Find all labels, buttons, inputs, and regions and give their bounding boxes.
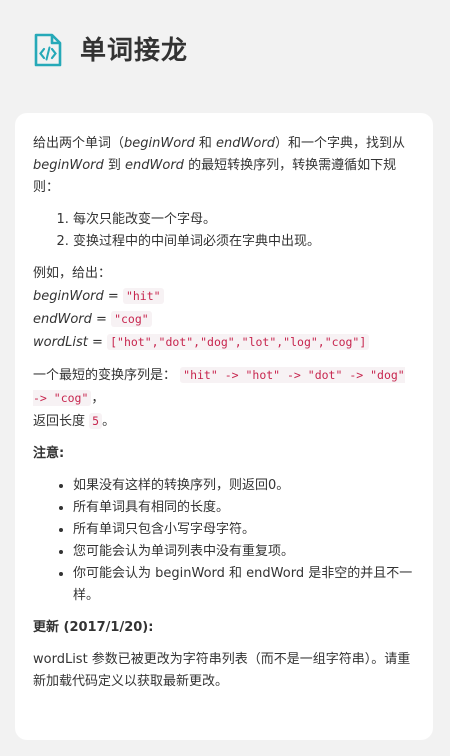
result-block: 一个最短的变换序列是： "hit" -> "hot" -> "dot" -> "… bbox=[33, 364, 417, 433]
word-list-label: wordList bbox=[33, 335, 88, 350]
equals-sign: = bbox=[91, 312, 112, 327]
intro-paragraph: 给出两个单词（beginWord 和 endWord）和一个字典，找到从 beg… bbox=[33, 133, 417, 199]
example-block: 例如，给出： beginWord = "hit" endWord = "cog"… bbox=[33, 263, 417, 354]
result-lead: 一个最短的变换序列是： bbox=[33, 368, 177, 383]
comma: ， bbox=[91, 391, 105, 406]
note-item: 您可能会认为单词列表中没有重复项。 bbox=[73, 541, 417, 563]
begin-word-value: "hit" bbox=[122, 288, 164, 304]
note-item: 所有单词只包含小写字母字符。 bbox=[73, 519, 417, 541]
period: 。 bbox=[102, 414, 116, 429]
intro-text: 和 bbox=[194, 136, 217, 151]
note-item: 你可能会认为 beginWord 和 endWord 是非空的并且不一样。 bbox=[73, 563, 417, 607]
return-text: 返回长度 bbox=[33, 414, 90, 429]
intro-text: 到 bbox=[103, 158, 126, 173]
equals-sign: = bbox=[103, 289, 123, 304]
begin-word-term: beginWord bbox=[33, 158, 104, 173]
notes-heading: 注意: bbox=[33, 446, 65, 461]
end-word-term: endWord bbox=[216, 136, 275, 151]
update-heading: 更新 (2017/1/20): bbox=[33, 620, 154, 635]
begin-word-label: beginWord bbox=[33, 289, 104, 304]
note-item: 所有单词具有相同的长度。 bbox=[73, 497, 417, 519]
problem-card: 给出两个单词（beginWord 和 endWord）和一个字典，找到从 beg… bbox=[15, 113, 433, 740]
note-item: 如果没有这样的转换序列，则返回0。 bbox=[73, 475, 417, 497]
rule-item: 变换过程中的中间单词必须在字典中出现。 bbox=[73, 231, 417, 253]
end-word-term: endWord bbox=[125, 158, 184, 173]
intro-text: ）和一个字典，找到从 bbox=[274, 136, 405, 151]
end-word-label: endWord bbox=[33, 312, 92, 327]
notes-list: 如果没有这样的转换序列，则返回0。 所有单词具有相同的长度。 所有单词只包含小写… bbox=[33, 475, 417, 607]
equals-sign: = bbox=[87, 335, 108, 350]
return-length-value: 5 bbox=[89, 413, 103, 429]
rules-list: 每次只能改变一个字母。 变换过程中的中间单词必须在字典中出现。 bbox=[33, 209, 417, 253]
example-lead: 例如，给出： bbox=[33, 266, 112, 281]
code-file-icon bbox=[33, 33, 63, 67]
header: 单词接龙 bbox=[0, 0, 450, 100]
word-list-value: ["hot","dot","dog","lot","log","cog"] bbox=[107, 334, 370, 350]
page-title: 单词接龙 bbox=[80, 35, 189, 66]
intro-text: 给出两个单词（ bbox=[33, 136, 125, 151]
end-word-value: "cog" bbox=[111, 311, 152, 327]
begin-word-term: beginWord bbox=[124, 136, 195, 151]
rule-item: 每次只能改变一个字母。 bbox=[73, 209, 417, 231]
update-text: wordList 参数已被更改为字符串列表（而不是一组字符串）。请重新加载代码定… bbox=[33, 652, 411, 689]
